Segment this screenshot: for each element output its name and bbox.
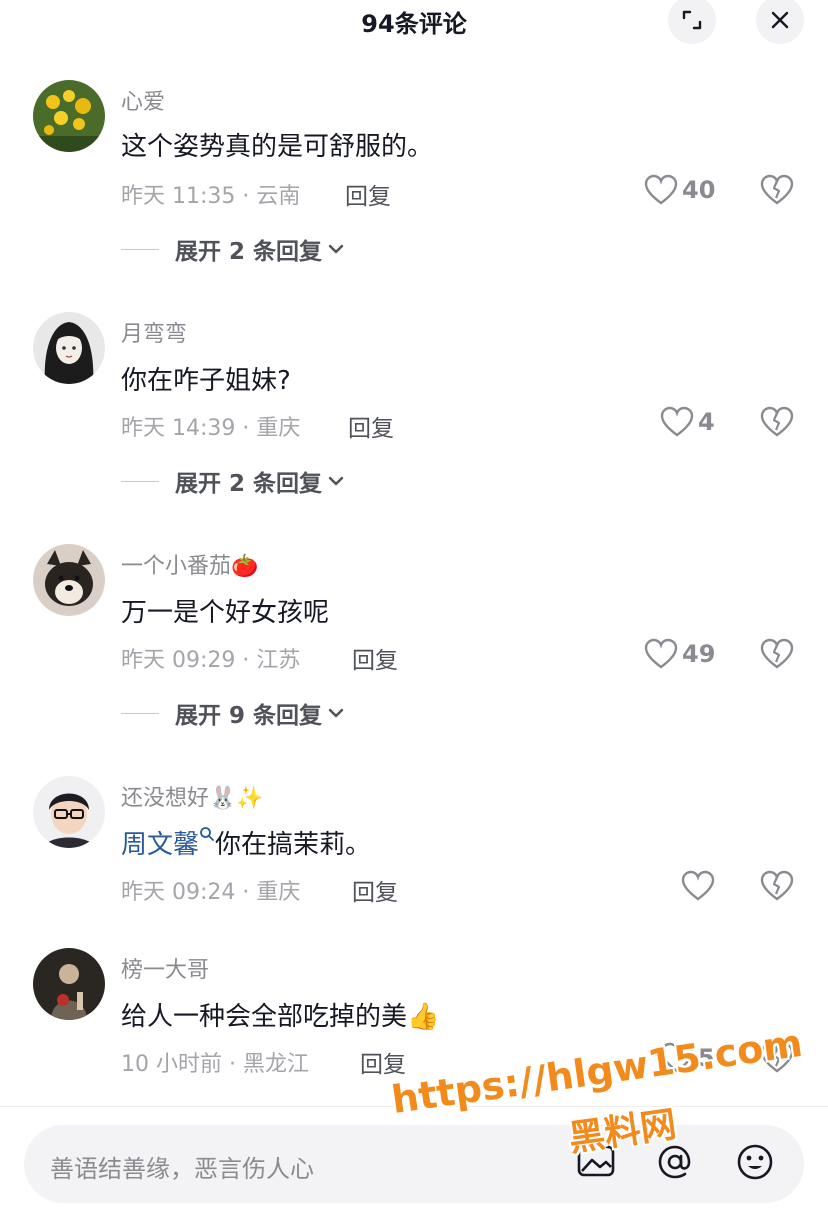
- heart-icon: [660, 406, 694, 437]
- like-count: 40: [682, 176, 716, 204]
- emoji-button[interactable]: [734, 1141, 776, 1187]
- dislike-button[interactable]: [760, 406, 794, 442]
- username[interactable]: 心爱: [121, 84, 165, 116]
- expand-replies-label: 展开 2 条回复: [175, 239, 323, 265]
- divider: [121, 248, 159, 250]
- mention-link[interactable]: 周文馨: [121, 830, 199, 860]
- username[interactable]: 月弯弯: [121, 316, 187, 348]
- expand-replies-label: 展开 2 条回复: [175, 471, 323, 497]
- username[interactable]: 榜一大哥: [121, 952, 209, 984]
- shiba-dog-avatar-icon: [33, 544, 105, 616]
- comments-header: 94条评论: [0, 0, 828, 44]
- reply-button[interactable]: 回复: [352, 641, 398, 675]
- comment-meta: 昨天 09:29 · 江苏: [121, 648, 301, 673]
- dislike-button[interactable]: [760, 174, 794, 210]
- comment-meta: 昨天 11:35 · 云南: [121, 184, 301, 209]
- like-button[interactable]: [681, 870, 715, 902]
- reply-button[interactable]: 回复: [348, 409, 394, 443]
- like-count: 5: [698, 1044, 715, 1072]
- reply-button[interactable]: 回复: [345, 177, 391, 211]
- comment-text: 周文馨 你在搞茉莉。: [121, 824, 371, 861]
- mention-icon: [658, 1145, 691, 1179]
- input-placeholder: 善语结善缘，恶言伤人心: [50, 1155, 314, 1183]
- divider: [121, 480, 159, 482]
- dislike-button[interactable]: [760, 1042, 794, 1078]
- broken-heart-icon: [760, 1042, 794, 1073]
- avatar[interactable]: [33, 544, 105, 616]
- reply-button[interactable]: 回复: [352, 873, 398, 907]
- search-icon[interactable]: [199, 826, 215, 842]
- dislike-button[interactable]: [760, 638, 794, 674]
- chevron-down-icon: [328, 244, 344, 254]
- chevron-down-icon: [328, 708, 344, 718]
- anime-girl-avatar-icon: [33, 312, 105, 384]
- divider: [121, 712, 159, 714]
- comment-meta: 10 小时前 · 黑龙江: [121, 1052, 309, 1077]
- broken-heart-icon: [760, 638, 794, 669]
- like-count: 49: [682, 640, 716, 668]
- broken-heart-icon: [760, 406, 794, 437]
- emoji-icon: [737, 1144, 773, 1180]
- cartoon-boy-avatar-icon: [33, 776, 105, 848]
- comment-text: 万一是个好女孩呢: [121, 598, 330, 628]
- avatar[interactable]: [33, 80, 105, 152]
- like-count: 4: [698, 408, 715, 436]
- comment-text: 你在咋子姐妹?: [121, 366, 291, 396]
- like-button[interactable]: 4: [660, 406, 715, 438]
- avatar[interactable]: [33, 948, 105, 1020]
- comment-text: 给人一种会全部吃掉的美👍: [121, 1002, 440, 1032]
- image-icon: [577, 1145, 615, 1177]
- broken-heart-icon: [760, 174, 794, 205]
- image-button[interactable]: [576, 1141, 616, 1185]
- dislike-button[interactable]: [760, 870, 794, 906]
- comment-meta: 昨天 09:24 · 重庆: [121, 880, 301, 905]
- expand-replies[interactable]: 展开 2 条回复: [121, 464, 346, 498]
- avatar[interactable]: [33, 312, 105, 384]
- yellow-flowers-avatar-icon: [33, 80, 105, 152]
- comment-text: 这个姿势真的是可舒服的。: [121, 132, 434, 162]
- reply-button[interactable]: 回复: [360, 1045, 406, 1079]
- username[interactable]: 一个小番茄🍅: [121, 548, 258, 580]
- dark-figure-avatar-icon: [33, 948, 105, 1020]
- like-button[interactable]: 5: [660, 1042, 715, 1074]
- close-icon: [771, 11, 789, 29]
- heart-icon: [644, 638, 678, 669]
- chevron-down-icon: [328, 476, 344, 486]
- broken-heart-icon: [760, 870, 794, 901]
- expand-replies[interactable]: 展开 2 条回复: [121, 232, 346, 266]
- comment-text-body: 你在搞茉莉。: [215, 830, 372, 860]
- expand-replies[interactable]: 展开 9 条回复: [121, 696, 346, 730]
- comment-input[interactable]: 善语结善缘，恶言伤人心: [24, 1125, 804, 1203]
- expand-icon: [682, 10, 702, 30]
- username[interactable]: 还没想好🐰✨: [121, 780, 264, 812]
- like-button[interactable]: 49: [644, 638, 715, 670]
- comment-meta: 昨天 14:39 · 重庆: [121, 416, 301, 441]
- heart-icon: [660, 1042, 694, 1073]
- comment-input-bar: 善语结善缘，恶言伤人心: [0, 1106, 828, 1218]
- avatar[interactable]: [33, 776, 105, 848]
- mention-button[interactable]: [654, 1141, 696, 1187]
- heart-icon: [644, 174, 678, 205]
- like-button[interactable]: 40: [644, 174, 715, 206]
- heart-icon: [681, 870, 715, 901]
- expand-replies-label: 展开 9 条回复: [175, 703, 323, 729]
